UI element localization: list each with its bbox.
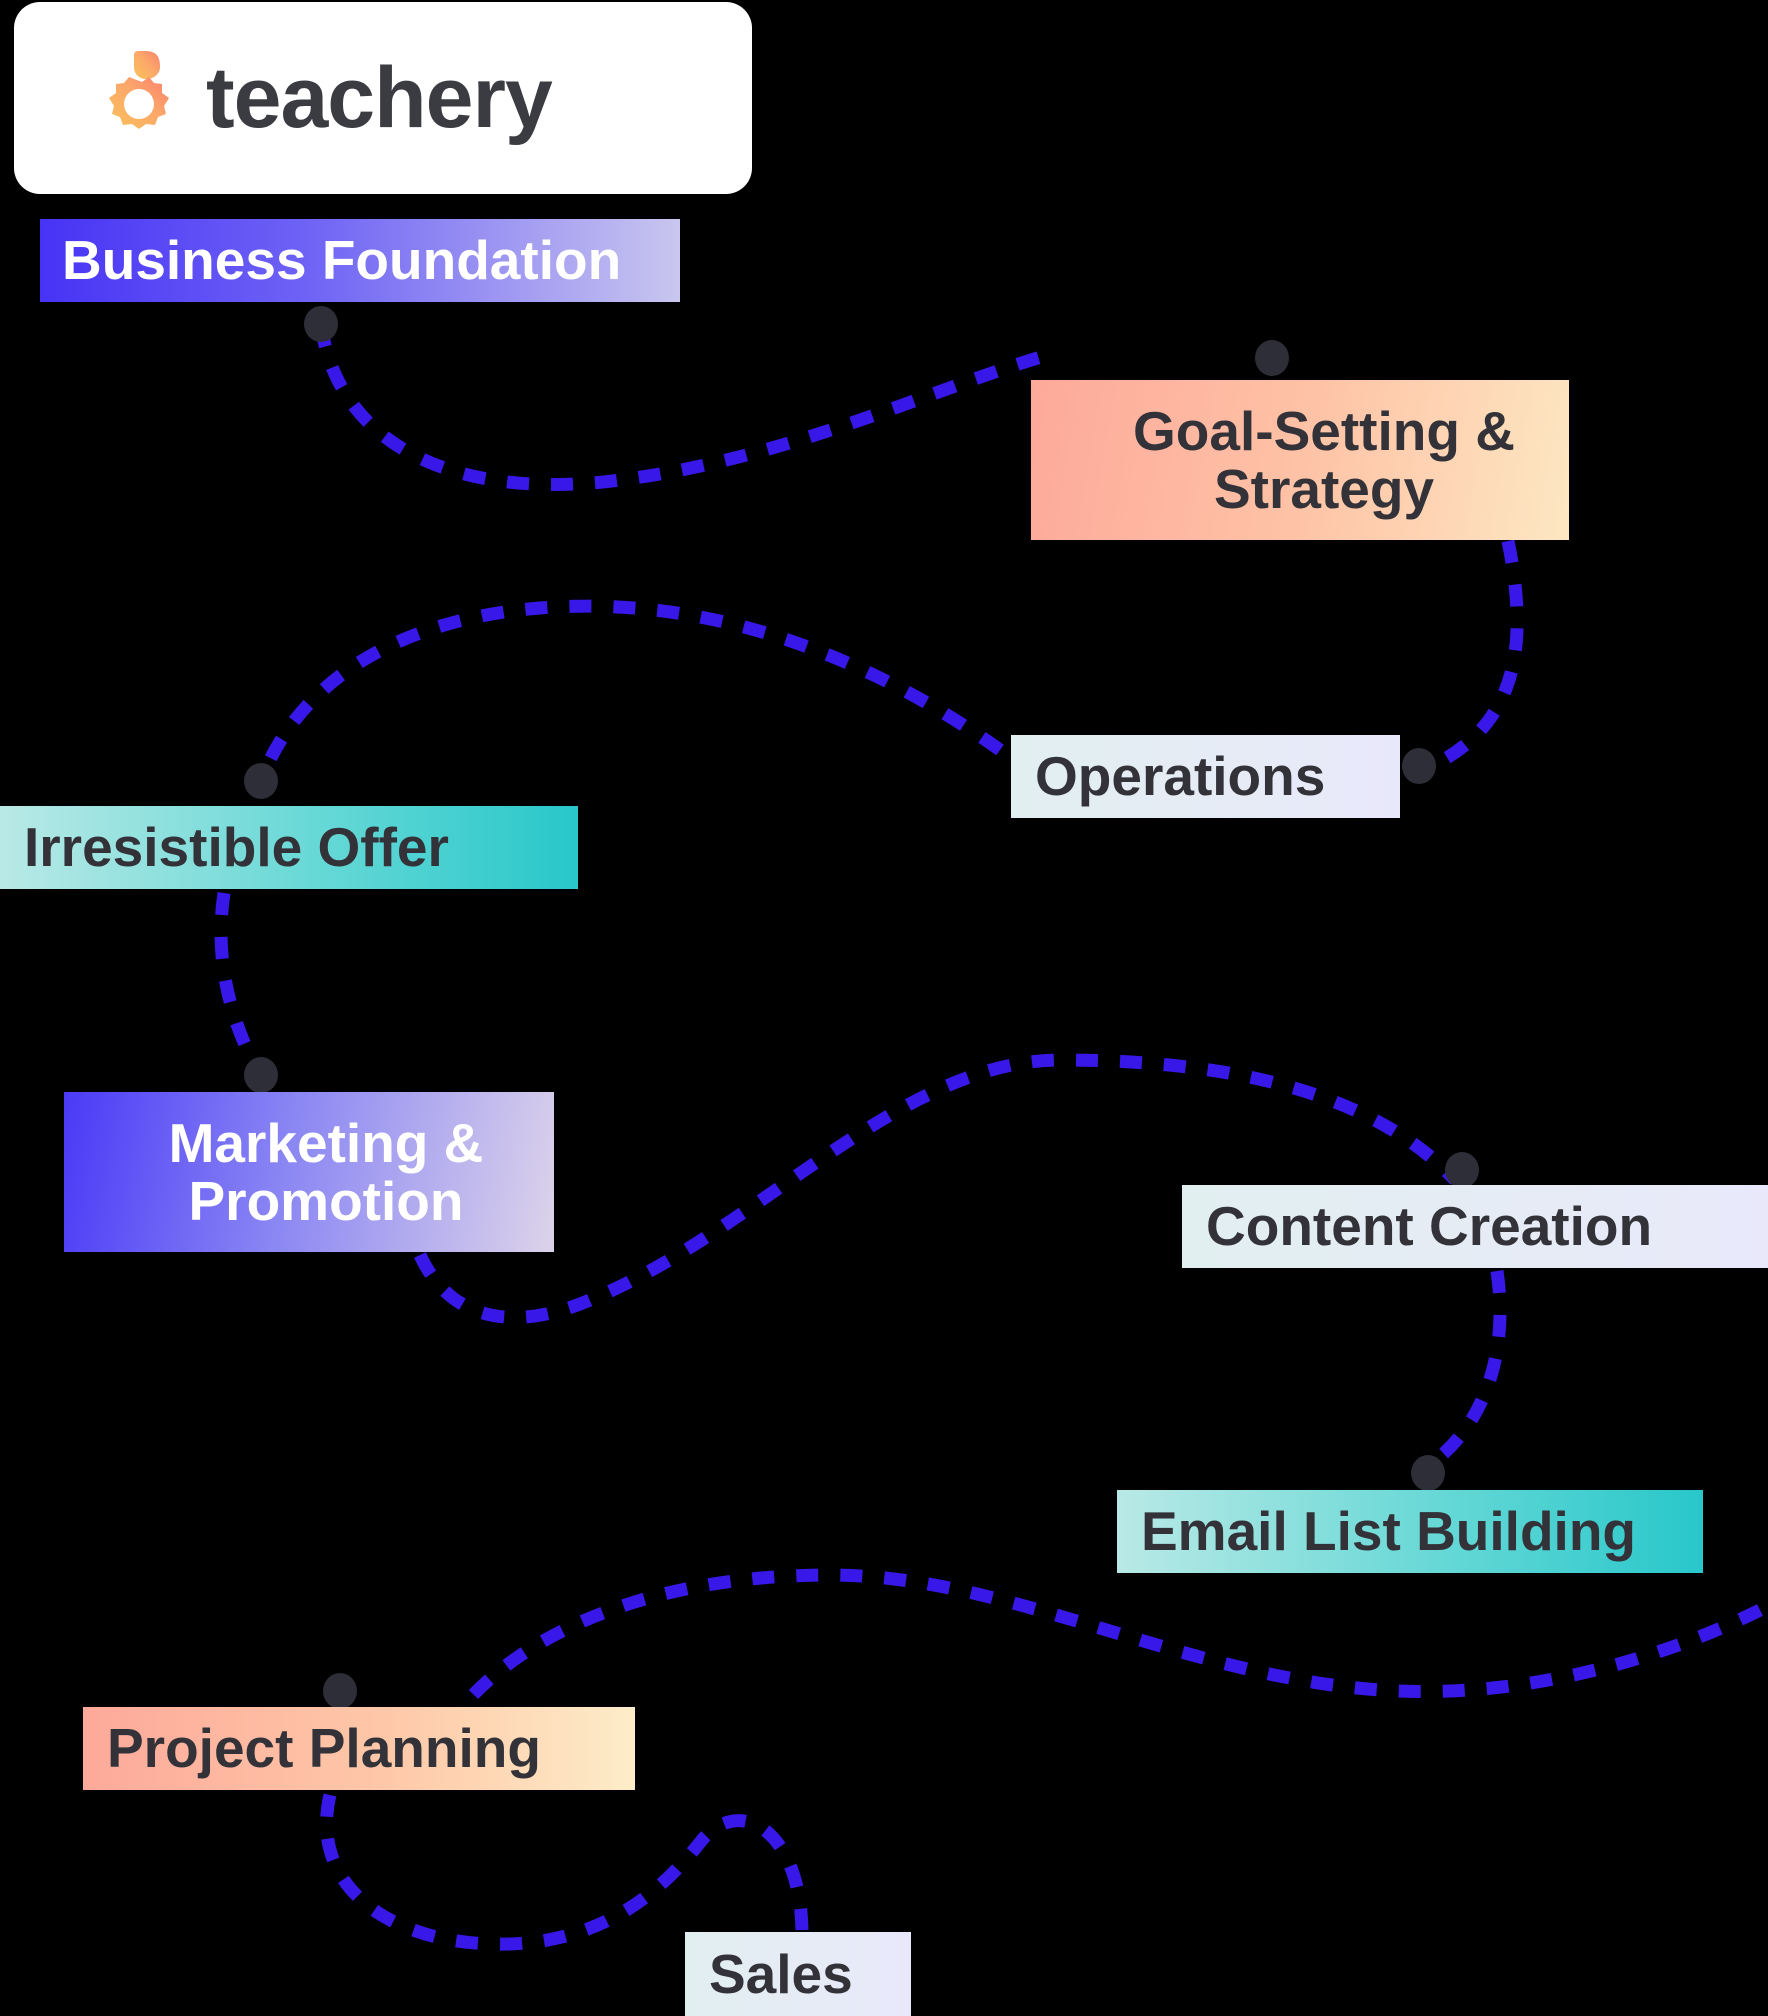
- connector-goal-to-operations: [1432, 539, 1524, 770]
- node-email-list-building[interactable]: Email List Building: [1117, 1490, 1703, 1573]
- node-dot-business-foundation: [304, 306, 338, 342]
- brand-wordmark: teachery: [206, 50, 553, 146]
- connector-email-to-project: [446, 1568, 1763, 1724]
- node-label-content-creation: Content Creation: [1206, 1195, 1653, 1258]
- node-sales[interactable]: Sales: [685, 1932, 911, 2016]
- node-dot-goal-setting-in: [1255, 340, 1289, 376]
- roadmap-canvas: teachery Business Foundation Goal-Settin…: [0, 0, 1768, 2016]
- node-label-goal-setting: Goal-Setting & Strategy: [1133, 399, 1515, 520]
- node-dot-email-list: [1411, 1455, 1445, 1491]
- node-operations[interactable]: Operations: [1011, 735, 1400, 818]
- node-label-irresistible-offer: Irresistible Offer: [24, 816, 449, 879]
- connector-business-to-goal: [314, 324, 1043, 492]
- gear-flower-leaf-icon: [109, 51, 169, 129]
- node-dot-irresistible-offer: [244, 763, 278, 799]
- connector-operations-to-offer: [255, 599, 1004, 781]
- node-dot-operations-in: [1402, 748, 1436, 784]
- node-business-foundation[interactable]: Business Foundation: [40, 219, 680, 302]
- connector-content-to-email: [1424, 1270, 1507, 1472]
- node-content-creation[interactable]: Content Creation: [1182, 1185, 1768, 1268]
- node-label-operations: Operations: [1035, 745, 1326, 808]
- node-goal-setting[interactable]: Goal-Setting & Strategy: [1031, 380, 1569, 540]
- node-label-sales: Sales: [709, 1942, 853, 2005]
- connector-offer-to-marketing: [214, 892, 266, 1080]
- connector-project-to-sales: [320, 1793, 809, 1951]
- node-dot-content-creation: [1445, 1152, 1479, 1188]
- node-dot-marketing: [244, 1057, 278, 1093]
- node-project-planning[interactable]: Project Planning: [83, 1707, 635, 1790]
- node-label-email-list-building: Email List Building: [1141, 1500, 1637, 1563]
- brand-logo-card[interactable]: teachery: [14, 2, 752, 194]
- node-marketing-promotion[interactable]: Marketing & Promotion: [64, 1092, 554, 1252]
- node-dot-project-planning: [323, 1673, 357, 1709]
- node-label-business-foundation: Business Foundation: [62, 229, 622, 292]
- node-irresistible-offer[interactable]: Irresistible Offer: [0, 806, 578, 889]
- node-label-marketing-promotion: Marketing & Promotion: [168, 1111, 484, 1232]
- node-label-project-planning: Project Planning: [107, 1717, 541, 1780]
